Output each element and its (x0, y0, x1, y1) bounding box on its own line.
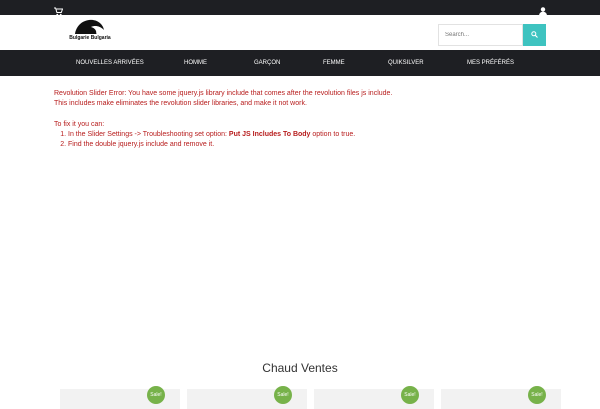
fix-step-1: In the Slider Settings -> Troubleshootin… (68, 130, 554, 140)
main-nav: NOUVELLES ARRIVÉES HOMME GARÇON FEMME QU… (0, 50, 600, 76)
error-line-1: Revolution Slider Error: You have some j… (54, 90, 393, 97)
fix-steps-list: In the Slider Settings -> Troubleshootin… (54, 130, 554, 150)
sale-badge: Sale! (147, 386, 165, 404)
fix-intro: To fix it you can: (54, 121, 105, 128)
sale-badge: Sale! (274, 386, 292, 404)
nav-item-femme[interactable]: FEMME (323, 50, 345, 76)
sale-badge: Sale! (401, 386, 419, 404)
search-icon (531, 31, 538, 38)
wave-logo-icon (75, 19, 104, 34)
logo-text: Bulgarie Bulgaria (69, 35, 111, 41)
sale-badge: Sale! (528, 386, 546, 404)
error-line-2: This includes make eliminates the revolu… (54, 100, 307, 107)
site-logo[interactable]: Bulgarie Bulgaria (60, 19, 120, 45)
nav-item-homme[interactable]: HOMME (184, 50, 207, 76)
nav-item-nouvelles-arrivees[interactable]: NOUVELLES ARRIVÉES (76, 50, 144, 76)
section-title: Chaud Ventes (262, 361, 338, 375)
cart-icon[interactable] (54, 3, 64, 16)
option-name: Put JS Includes To Body (228, 131, 311, 138)
search-input[interactable] (438, 24, 523, 46)
slider-error-message: Revolution Slider Error: You have some j… (54, 89, 554, 150)
fix-step-2: Find the double jquery.js include and re… (68, 140, 554, 150)
top-bar (0, 0, 600, 16)
user-icon[interactable] (539, 3, 547, 16)
nav-item-mes-preferes[interactable]: MES PRÉFÉRÉS (467, 50, 514, 76)
search-button[interactable] (523, 24, 546, 46)
nav-item-quiksilver[interactable]: QUIKSILVER (388, 50, 424, 76)
nav-item-garcon[interactable]: GARÇON (254, 50, 280, 76)
